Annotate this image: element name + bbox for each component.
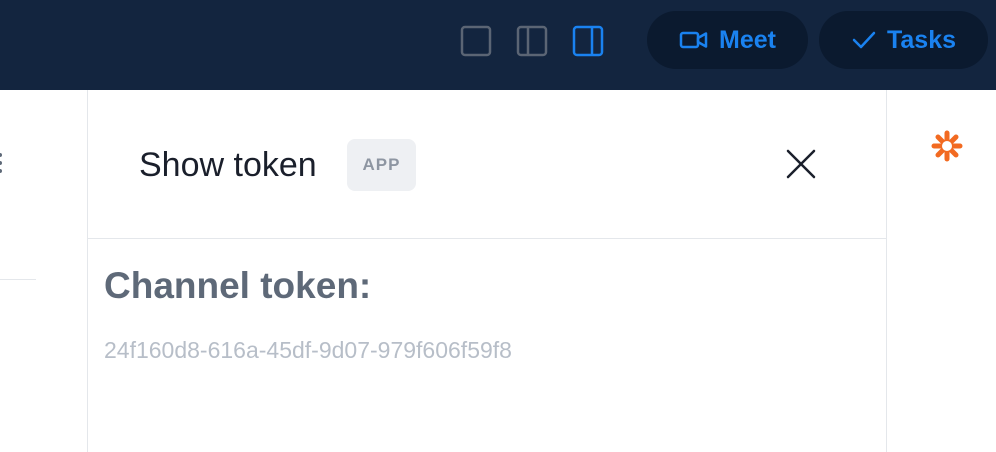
meet-button[interactable]: Meet [647,11,808,69]
tasks-label: Tasks [886,25,957,54]
close-icon [786,149,816,179]
panel-border-left [87,90,88,452]
app-badge: APP [347,139,416,191]
panel-border-right [886,90,887,452]
split-right-layout-button[interactable] [572,25,604,57]
panel-title: Show token [139,146,317,184]
left-panel [0,90,87,452]
asterisk-icon[interactable] [930,129,964,163]
single-pane-layout-button[interactable] [460,25,492,57]
checkmark-icon [851,30,877,50]
split-left-pane-icon [516,25,548,57]
left-divider [0,279,36,280]
close-button[interactable] [784,147,818,181]
video-camera-icon [679,30,709,50]
header-divider [88,238,886,239]
split-left-layout-button[interactable] [516,25,548,57]
more-options-icon[interactable] [0,152,3,174]
top-bar: Meet Tasks [0,0,996,90]
meet-label: Meet [719,25,776,54]
single-pane-icon [460,25,492,57]
split-right-pane-icon [572,25,604,57]
channel-token-value: 24f160d8-616a-45df-9d07-979f606f59f8 [104,337,512,363]
channel-token-heading: Channel token: [104,265,372,306]
tasks-button[interactable]: Tasks [819,11,988,69]
